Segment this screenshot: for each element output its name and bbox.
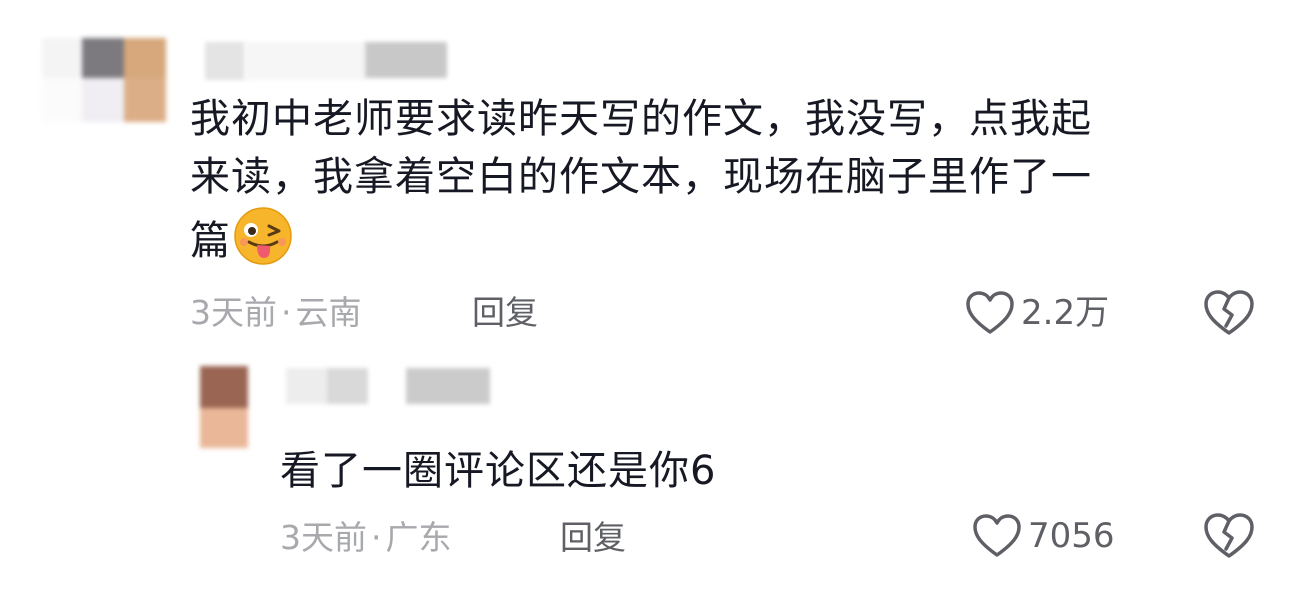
tongue-wink-emoji-icon [234,207,292,265]
reply-time: 3天前 [280,518,367,557]
comment-line: 我初中老师要求读昨天写的作文，我没写，点我起 [190,96,1092,142]
reply-meta: 3天前 · 广东 [280,518,452,558]
reply-text: 看了一圈评论区还是你6 [280,448,717,494]
like-button[interactable]: 2.2万 [965,290,1109,336]
comment-meta: 3天前 · 云南 [190,293,362,333]
avatar[interactable] [42,38,166,122]
comment-time: 3天前 [190,293,277,332]
reply-dislike-button[interactable] [1203,512,1255,564]
comment-location: 云南 [295,293,362,332]
meta-separator: · [371,518,382,557]
like-count: 2.2万 [1021,293,1110,333]
reply-like-count: 7056 [1028,516,1115,556]
reply-location: 广东 [385,518,452,557]
heart-outline-icon [966,291,1014,334]
reply-like-button[interactable]: 7056 [972,513,1115,559]
reply-avatar[interactable] [200,366,248,448]
comment-text: 我初中老师要求读昨天写的作文，我没写，点我起 来读，我拿着空白的作文本，现场在脑… [190,90,1250,270]
dislike-button[interactable] [1203,289,1255,341]
meta-separator: · [281,293,292,332]
reply-button[interactable]: 回复 [472,293,538,333]
comment-line: 篇 [190,206,1250,270]
reply-reply-button[interactable]: 回复 [560,518,626,558]
comment-line: 来读，我拿着空白的作文本，现场在脑子里作了一 [190,154,1092,200]
broken-heart-icon [1204,290,1254,335]
broken-heart-icon [1204,513,1254,558]
heart-outline-icon [973,514,1021,557]
